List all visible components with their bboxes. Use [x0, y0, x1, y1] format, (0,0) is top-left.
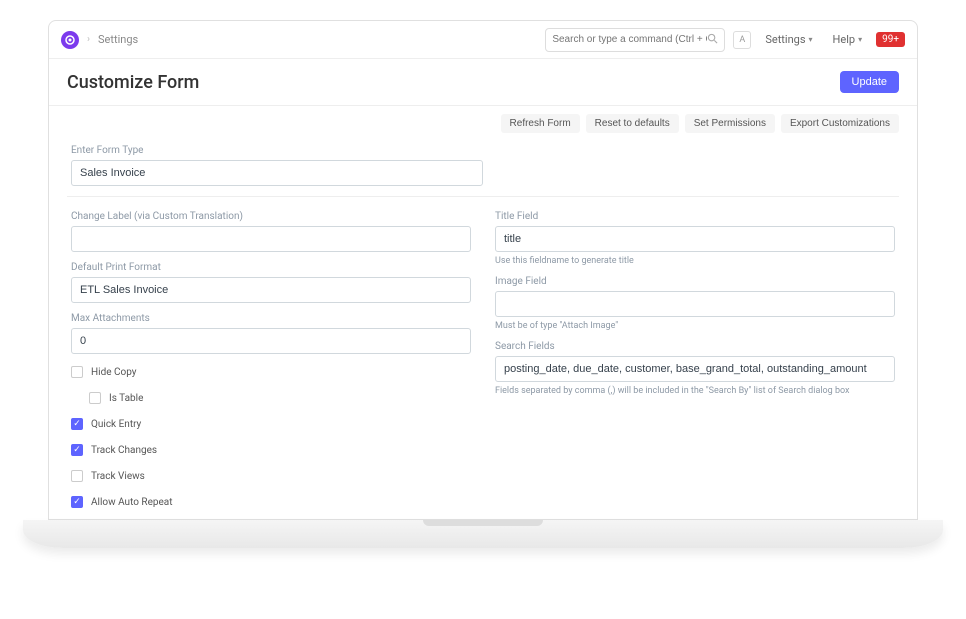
laptop-base [23, 520, 943, 548]
is-table-checkbox-row[interactable]: Is Table [71, 390, 471, 406]
quick-entry-checkbox[interactable] [71, 418, 83, 430]
search-icon [707, 33, 718, 47]
form-type-input[interactable] [71, 160, 483, 186]
max-attachments-label: Max Attachments [71, 313, 471, 324]
settings-menu-label: Settings [765, 33, 805, 46]
allow-auto-repeat-checkbox[interactable] [71, 496, 83, 508]
image-field-input[interactable] [495, 291, 895, 317]
track-views-checkbox-row[interactable]: Track Views [71, 468, 471, 484]
breadcrumb[interactable]: Settings [98, 33, 138, 46]
form-content: Refresh Form Reset to defaults Set Permi… [49, 105, 917, 515]
allow-auto-repeat-checkbox-row[interactable]: Allow Auto Repeat [71, 494, 471, 510]
help-menu[interactable]: Help ▾ [827, 33, 869, 46]
refresh-form-button[interactable]: Refresh Form [501, 114, 580, 133]
user-avatar[interactable]: A [733, 31, 751, 49]
command-search[interactable] [545, 28, 725, 52]
allow-auto-repeat-label: Allow Auto Repeat [91, 497, 173, 508]
default-print-label: Default Print Format [71, 262, 471, 273]
quick-entry-label: Quick Entry [91, 419, 141, 430]
chevron-right-icon: › [87, 34, 90, 45]
hide-copy-checkbox[interactable] [71, 366, 83, 378]
default-print-input[interactable] [71, 277, 471, 303]
title-field-help: Use this fieldname to generate title [495, 256, 895, 266]
change-label-input[interactable] [71, 226, 471, 252]
form-type-label: Enter Form Type [71, 145, 483, 156]
section-form-type: Enter Form Type [67, 141, 899, 196]
notification-badge[interactable]: 99+ [876, 32, 905, 47]
search-fields-label: Search Fields [495, 341, 895, 352]
track-changes-checkbox-row[interactable]: Track Changes [71, 442, 471, 458]
search-fields-input[interactable] [495, 356, 895, 382]
search-fields-help: Fields separated by comma (,) will be in… [495, 386, 895, 396]
caret-down-icon: ▾ [809, 35, 813, 44]
left-column: Change Label (via Custom Translation) De… [71, 211, 471, 510]
search-input[interactable] [552, 34, 707, 45]
image-field-label: Image Field [495, 276, 895, 287]
export-customizations-button[interactable]: Export Customizations [781, 114, 899, 133]
help-menu-label: Help [833, 33, 856, 46]
is-table-label: Is Table [109, 393, 143, 404]
page-header: Customize Form Update [49, 59, 917, 105]
max-attachments-input[interactable] [71, 328, 471, 354]
app-logo[interactable] [61, 31, 79, 49]
track-changes-label: Track Changes [91, 445, 157, 456]
change-label-label: Change Label (via Custom Translation) [71, 211, 471, 222]
section-main: Change Label (via Custom Translation) De… [67, 196, 899, 515]
is-table-checkbox[interactable] [89, 392, 101, 404]
reset-defaults-button[interactable]: Reset to defaults [586, 114, 679, 133]
caret-down-icon: ▾ [858, 35, 862, 44]
image-field-help: Must be of type "Attach Image" [495, 321, 895, 331]
set-permissions-button[interactable]: Set Permissions [685, 114, 775, 133]
quick-entry-checkbox-row[interactable]: Quick Entry [71, 416, 471, 432]
navbar: › Settings A Settings ▾ Help ▾ 99+ [49, 21, 917, 59]
hide-copy-checkbox-row[interactable]: Hide Copy [71, 364, 471, 380]
title-field-label: Title Field [495, 211, 895, 222]
title-field-input[interactable] [495, 226, 895, 252]
page-title: Customize Form [67, 72, 199, 93]
track-views-checkbox[interactable] [71, 470, 83, 482]
hide-copy-label: Hide Copy [91, 367, 137, 378]
track-changes-checkbox[interactable] [71, 444, 83, 456]
form-actions: Refresh Form Reset to defaults Set Permi… [49, 106, 917, 141]
settings-menu[interactable]: Settings ▾ [759, 33, 818, 46]
track-views-label: Track Views [91, 471, 145, 482]
right-column: Title Field Use this fieldname to genera… [495, 211, 895, 510]
update-button[interactable]: Update [840, 71, 899, 93]
